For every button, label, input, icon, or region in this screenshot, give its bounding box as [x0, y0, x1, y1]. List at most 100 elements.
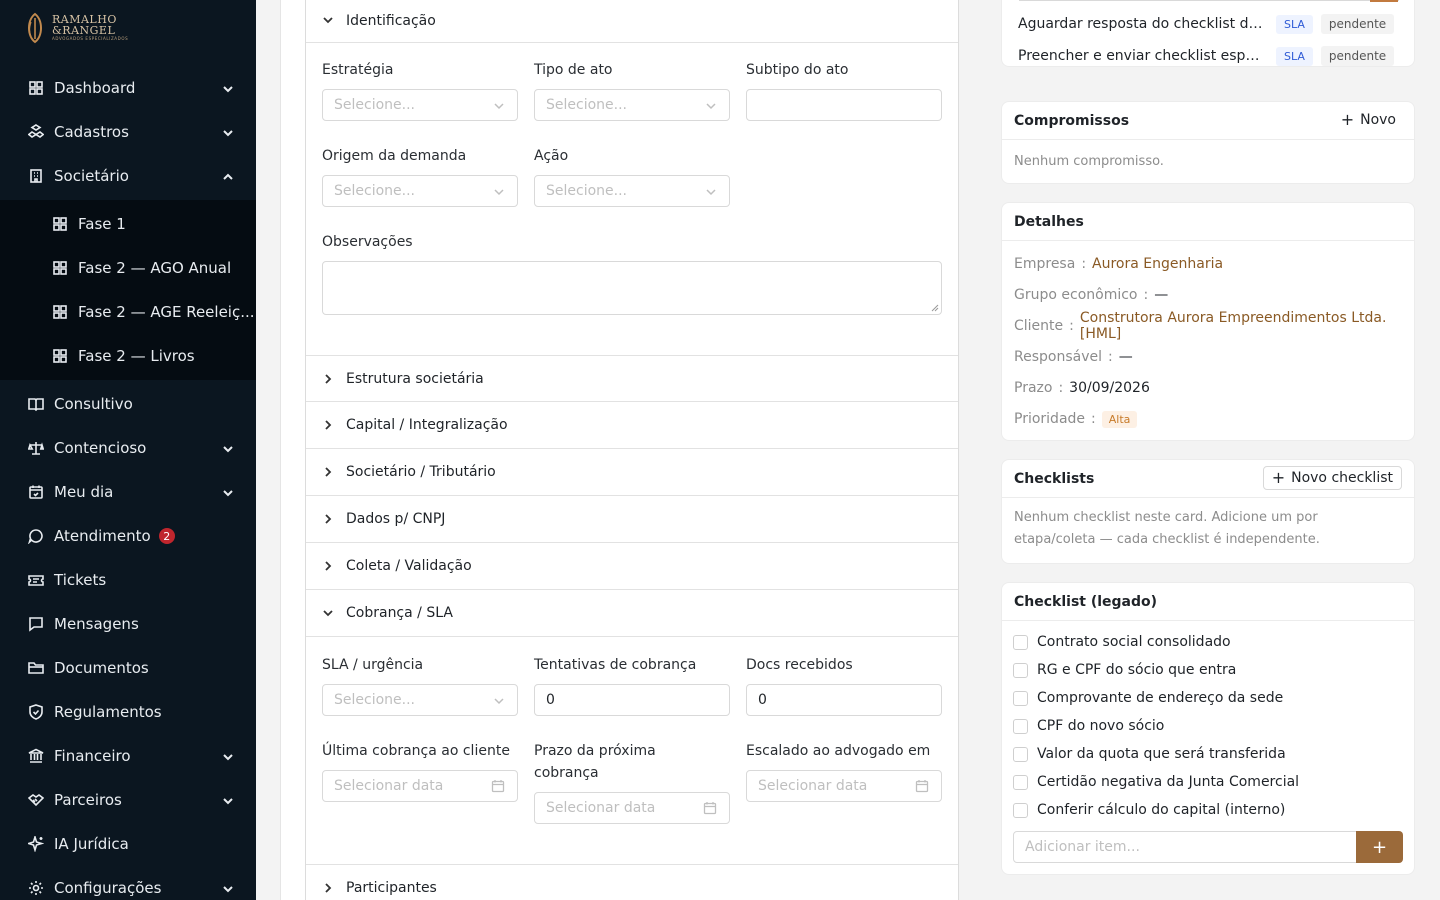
checklist-item[interactable]: Conferir cálculo do capital (interno) [1013, 799, 1285, 821]
task-text: Aguardar resposta do checklist do cli... [1018, 16, 1268, 32]
task-row[interactable]: Preencher e enviar checklist específi...… [1018, 44, 1398, 68]
sidebar-item-tickets[interactable]: Tickets [0, 558, 256, 602]
observacoes-textarea[interactable] [322, 261, 942, 315]
sidebar-item-fase-1[interactable]: Fase 1 [0, 202, 256, 246]
notification-badge: 2 [158, 528, 175, 544]
detail-responsavel: Responsável: — [1014, 349, 1133, 365]
sidebar-item-fase-2-ago[interactable]: Fase 2 — AGO Anual [0, 246, 256, 290]
section-coleta-validacao[interactable]: Coleta / Validação [306, 543, 958, 590]
prazo-proxima-date[interactable]: Selecionar data [534, 792, 730, 824]
section-cobranca-sla[interactable]: Cobrança / SLA [306, 590, 958, 637]
button-label: Novo [1360, 112, 1396, 128]
cliente-link[interactable]: Construtora Aurora Empreendimentos Ltda.… [1080, 310, 1414, 342]
sla-select[interactable]: Selecione... [322, 684, 518, 716]
checklist-item[interactable]: Certidão negativa da Junta Comercial [1013, 771, 1299, 793]
sidebar-item-societario[interactable]: Societário [0, 154, 256, 198]
chevron-down-icon [222, 441, 234, 453]
escalado-label: Escalado ao advogado em [746, 743, 931, 759]
section-estrutura-societaria[interactable]: Estrutura societária [306, 355, 958, 402]
handshake-icon [28, 792, 44, 808]
section-title: Capital / Integralização [346, 417, 508, 433]
detail-key: Responsável [1014, 349, 1102, 365]
card-title: Checklist (legado) [1014, 593, 1158, 610]
sidebar-item-consultivo[interactable]: Consultivo [0, 382, 256, 426]
checklist-item[interactable]: RG e CPF do sócio que entra [1013, 659, 1236, 681]
add-item-input[interactable]: Adicionar item... [1013, 831, 1357, 863]
checkbox[interactable] [1013, 746, 1028, 762]
checkbox[interactable] [1013, 718, 1028, 734]
sidebar-item-meu-dia[interactable]: Meu dia [0, 470, 256, 514]
sla-tag: SLA [1276, 14, 1313, 34]
checklist-item[interactable]: CPF do novo sócio [1013, 715, 1164, 737]
sidebar-item-fase-2-livros[interactable]: Fase 2 — Livros [0, 334, 256, 378]
docs-recebidos-input[interactable]: 0 [746, 684, 942, 716]
subtipo-ato-input[interactable] [746, 89, 942, 121]
detalhes-header: Detalhes [1002, 203, 1414, 241]
task-row[interactable]: Aguardar resposta do checklist do cli...… [1018, 12, 1398, 36]
checklist-item[interactable]: Comprovante de endereço da sede [1013, 687, 1283, 709]
novo-checklist-button[interactable]: + Novo checklist [1262, 466, 1402, 490]
gear-icon [28, 880, 44, 896]
brand-logo[interactable]: RAMALHO &RANGEL ADVOGADOS ESPECIALIZADOS [24, 12, 128, 44]
sidebar-item-fase-2-age[interactable]: Fase 2 — AGE Reeleiç... [0, 290, 256, 334]
date-placeholder: Selecionar data [758, 778, 868, 794]
section-capital[interactable]: Capital / Integralização [306, 402, 958, 449]
docs-recebidos-label: Docs recebidos [746, 657, 853, 673]
section-societario-tributario[interactable]: Societário / Tributário [306, 449, 958, 496]
estrategia-select[interactable]: Selecione... [322, 89, 518, 121]
tentativas-input[interactable]: 0 [534, 684, 730, 716]
sidebar-item-atendimento[interactable]: Atendimento 2 [0, 514, 256, 558]
checklist-item[interactable]: Valor da quota que será transferida [1013, 743, 1286, 765]
section-identificacao[interactable]: Identificação [306, 0, 958, 43]
add-item-button[interactable]: + [1356, 831, 1403, 863]
detail-value: — [1154, 287, 1169, 303]
card-title: Compromissos [1014, 112, 1130, 129]
boxes-icon [28, 124, 44, 140]
sidebar-item-parceiros[interactable]: Parceiros [0, 778, 256, 822]
tipo-ato-select[interactable]: Selecione... [534, 89, 730, 121]
section-dados-cnpj[interactable]: Dados p/ CNPJ [306, 496, 958, 543]
detail-prazo: Prazo: 30/09/2026 [1014, 380, 1150, 396]
checkbox[interactable] [1013, 802, 1028, 818]
compromissos-header: Compromissos + Novo [1002, 102, 1414, 140]
empty-message: Nenhum compromisso. [1014, 154, 1164, 169]
section-participantes[interactable]: Participantes [306, 864, 958, 900]
sidebar-item-financeiro[interactable]: Financeiro [0, 734, 256, 778]
sidebar-item-dashboard[interactable]: Dashboard [0, 66, 256, 110]
acao-select[interactable]: Selecione... [534, 175, 730, 207]
checkbox[interactable] [1013, 662, 1028, 678]
sidebar-item-configuracoes[interactable]: Configurações [0, 866, 256, 900]
escalado-date[interactable]: Selecionar data [746, 770, 942, 802]
section-title: Participantes [346, 879, 437, 896]
checkbox[interactable] [1013, 774, 1028, 790]
sidebar-item-regulamentos[interactable]: Regulamentos [0, 690, 256, 734]
status-badge: pendente [1320, 14, 1395, 34]
resize-handle-icon[interactable] [931, 304, 939, 312]
sidebar-item-label: Cadastros [54, 123, 129, 141]
select-placeholder: Selecione... [334, 692, 415, 708]
checkbox[interactable] [1013, 690, 1028, 706]
date-placeholder: Selecionar data [546, 800, 656, 816]
progress-fill [1370, 0, 1398, 2]
sidebar-item-ia-juridica[interactable]: IA Jurídica [0, 822, 256, 866]
subtipo-ato-label: Subtipo do ato [746, 62, 849, 78]
calendar-icon [491, 779, 505, 793]
prazo-proxima-label: Prazo da próxima cobrança [534, 743, 656, 781]
chat-icon [28, 528, 44, 544]
novo-compromisso-button[interactable]: + Novo [1332, 107, 1404, 133]
checklist-item[interactable]: Contrato social consolidado [1013, 631, 1231, 653]
ultima-cobranca-date[interactable]: Selecionar data [322, 770, 518, 802]
section-title: Coleta / Validação [346, 558, 472, 574]
message-icon [28, 616, 44, 632]
sidebar-item-label: Regulamentos [54, 703, 162, 721]
chevron-down-icon [222, 81, 234, 93]
sidebar-item-contencioso[interactable]: Contencioso [0, 426, 256, 470]
detalhes-card: Detalhes Empresa: Aurora Engenharia Grup… [1001, 202, 1415, 441]
checkbox[interactable] [1013, 634, 1028, 650]
sidebar-item-mensagens[interactable]: Mensagens [0, 602, 256, 646]
detail-key: Grupo econômico [1014, 287, 1138, 303]
origem-select[interactable]: Selecione... [322, 175, 518, 207]
sidebar-item-documentos[interactable]: Documentos [0, 646, 256, 690]
sidebar-item-cadastros[interactable]: Cadastros [0, 110, 256, 154]
empresa-link[interactable]: Aurora Engenharia [1092, 256, 1223, 272]
